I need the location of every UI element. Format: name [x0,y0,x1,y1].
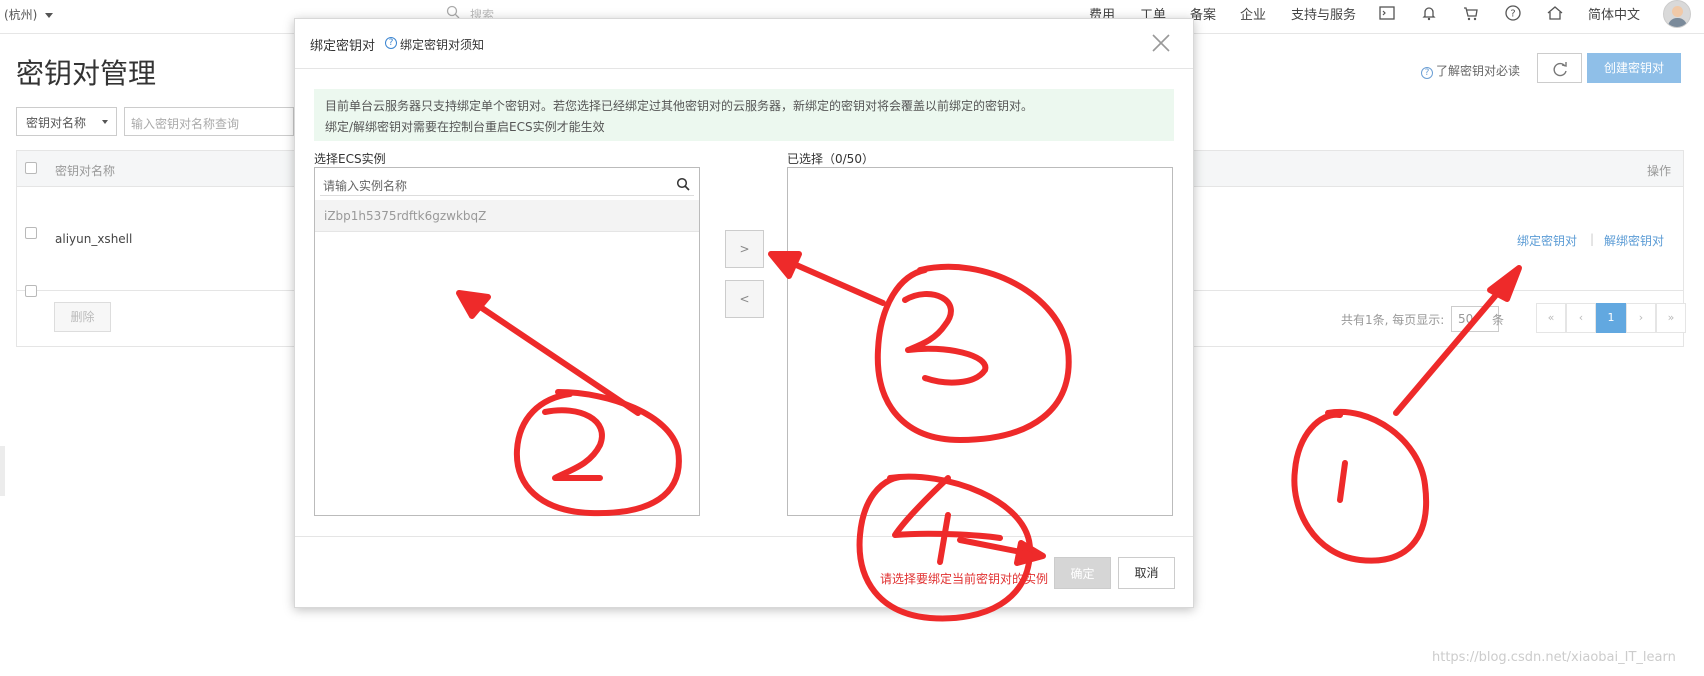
region-label: (杭州) [4,8,38,22]
move-left-button[interactable]: < [725,280,764,318]
refresh-icon [1553,62,1567,77]
selected-instances-label: 已选择（0/50） [787,152,874,166]
selected-instances-panel [787,167,1173,516]
bind-notice-link[interactable]: 绑定密钥对须知 [400,36,484,53]
terminal-icon[interactable] [1378,4,1396,22]
svg-text:?: ? [1510,9,1515,20]
move-right-button[interactable]: > [725,230,764,268]
select-all-checkbox[interactable] [25,162,37,174]
keypair-search-input[interactable]: 输入密钥对名称查询 [124,107,294,136]
pager-last[interactable]: » [1656,303,1686,333]
nav-enterprise[interactable]: 企业 [1240,4,1266,23]
help-link-label: 了解密钥对必读 [1436,64,1521,78]
row-checkbox[interactable] [25,227,37,239]
info-line: 目前单台云服务器只支持绑定单个密钥对。若您选择已经绑定过其他密钥对的云服务器，新… [325,99,1034,113]
instance-list-item[interactable]: iZbp1h5375rdftk6gzwkbqZ [315,200,699,232]
create-keypair-button[interactable]: 创建密钥对 [1587,53,1681,83]
confirm-button[interactable]: 确定 [1054,557,1111,589]
help-icon[interactable]: ? [1504,4,1522,22]
cancel-button[interactable]: 取消 [1118,557,1175,589]
nav-support[interactable]: 支持与服务 [1291,4,1356,23]
language-selector[interactable]: 简体中文 [1588,4,1640,23]
page-title: 密钥对管理 [16,57,157,90]
question-circle-icon: ? [385,37,397,49]
chevron-down-icon [45,13,54,18]
validation-message: 请选择要绑定当前密钥对的实例 [880,572,1049,586]
pager-prev[interactable]: ‹ [1566,303,1596,333]
cart-icon[interactable] [1462,4,1480,22]
avatar-head [1672,6,1683,17]
refresh-button[interactable] [1537,53,1582,83]
available-instances-panel: 请输入实例名称 iZbp1h5375rdftk6gzwkbqZ [314,167,700,516]
help-link[interactable]: ? 了解密钥对必读 [1421,62,1520,79]
action-separator: | [1590,232,1595,246]
side-collapse-handle[interactable] [0,446,5,496]
instance-search-input[interactable]: 请输入实例名称 [320,174,694,196]
search-icon [446,5,460,19]
home-icon[interactable] [1546,4,1564,22]
close-icon[interactable] [1151,33,1171,53]
unbind-keypair-link[interactable]: 解绑密钥对 [1604,232,1664,249]
watermark: https://blog.csdn.net/xiaobai_IT_learn [1432,650,1676,665]
keypair-name: aliyun_xshell [55,232,133,246]
filter-select-value: 密钥对名称 [26,116,87,130]
dialog-title: 绑定密钥对 [310,39,376,54]
filter-field-select[interactable]: 密钥对名称 [16,107,117,136]
column-header-actions: 操作 [1646,164,1671,178]
bind-keypair-link[interactable]: 绑定密钥对 [1517,232,1577,249]
delete-button[interactable]: 删除 [54,302,111,332]
user-avatar[interactable] [1663,0,1691,28]
footer-select-all-checkbox[interactable] [25,285,37,297]
bell-icon[interactable] [1420,4,1438,22]
bind-keypair-dialog: 绑定密钥对 ? 绑定密钥对须知 目前单台云服务器只支持绑定单个密钥对。若您选择已… [294,18,1194,608]
instance-search-placeholder: 请输入实例名称 [323,179,408,193]
caret-down-icon [102,120,108,124]
available-instances-label: 选择ECS实例 [314,152,386,166]
pager-first[interactable]: « [1536,303,1566,333]
question-circle-icon: ? [1421,67,1433,79]
info-notice: 目前单台云服务器只支持绑定单个密钥对。若您选择已经绑定过其他密钥对的云服务器，新… [314,89,1174,141]
search-icon [676,177,690,191]
region-selector[interactable]: (杭州) [4,6,54,23]
dialog-header: 绑定密钥对 ? 绑定密钥对须知 [295,19,1193,69]
column-header-name: 密钥对名称 [55,164,116,178]
pager-next[interactable]: › [1626,303,1656,333]
pager-page-1[interactable]: 1 [1596,303,1626,333]
pager-summary: 共有1条, 每页显示: [1341,313,1445,327]
avatar-body [1668,18,1687,27]
dialog-footer-divider [295,536,1193,537]
pager-unit: 条 [1492,313,1505,327]
info-line: 绑定/解绑密钥对需要在控制台重启ECS实例才能生效 [325,120,605,134]
